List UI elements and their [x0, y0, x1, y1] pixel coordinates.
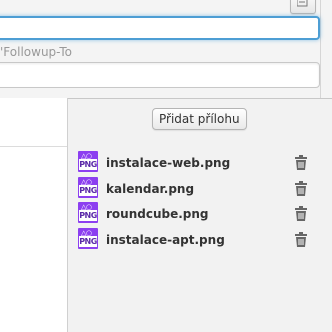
- attachment-name[interactable]: kalendar.png: [106, 182, 194, 196]
- delete-attachment-icon[interactable]: [294, 206, 308, 222]
- followup-to-input[interactable]: [0, 62, 320, 88]
- attachment-item: △○ PNG kalendar.png: [78, 176, 318, 203]
- attachment-name[interactable]: roundcube.png: [106, 207, 209, 221]
- followup-to-label: 'Followup-To: [0, 45, 73, 59]
- compose-body-left: [0, 98, 67, 332]
- header-options-button[interactable]: [290, 0, 316, 14]
- png-file-icon: △○ PNG: [78, 151, 100, 173]
- left-pane-divider: [0, 146, 67, 147]
- png-file-icon: △○ PNG: [78, 227, 100, 250]
- delete-attachment-icon[interactable]: [294, 155, 308, 171]
- recipient-input[interactable]: [0, 16, 320, 40]
- delete-attachment-icon[interactable]: [294, 180, 308, 197]
- png-file-icon: △○ PNG: [78, 202, 100, 224]
- attachment-item: △○ PNG roundcube.png: [78, 202, 318, 228]
- header-edge-divider: [320, 0, 321, 98]
- attachment-item: △○ PNG instalace-apt.png: [78, 227, 318, 254]
- add-attachment-button[interactable]: Přidat přílohu: [152, 108, 247, 130]
- delete-attachment-icon[interactable]: [294, 231, 308, 248]
- compose-header-area: 'Followup-To: [0, 0, 332, 99]
- attachment-list: △○ PNG instalace-web.png △○ PNG kalendar…: [78, 151, 318, 253]
- attachment-name[interactable]: instalace-apt.png: [106, 233, 225, 247]
- attachment-name[interactable]: instalace-web.png: [106, 156, 230, 170]
- attachment-item: △○ PNG instalace-web.png: [78, 151, 318, 177]
- options-icon: [297, 0, 308, 7]
- attachments-pane: Přidat přílohu △○ PNG instalace-web.png …: [68, 99, 332, 332]
- png-file-icon: △○ PNG: [78, 176, 100, 199]
